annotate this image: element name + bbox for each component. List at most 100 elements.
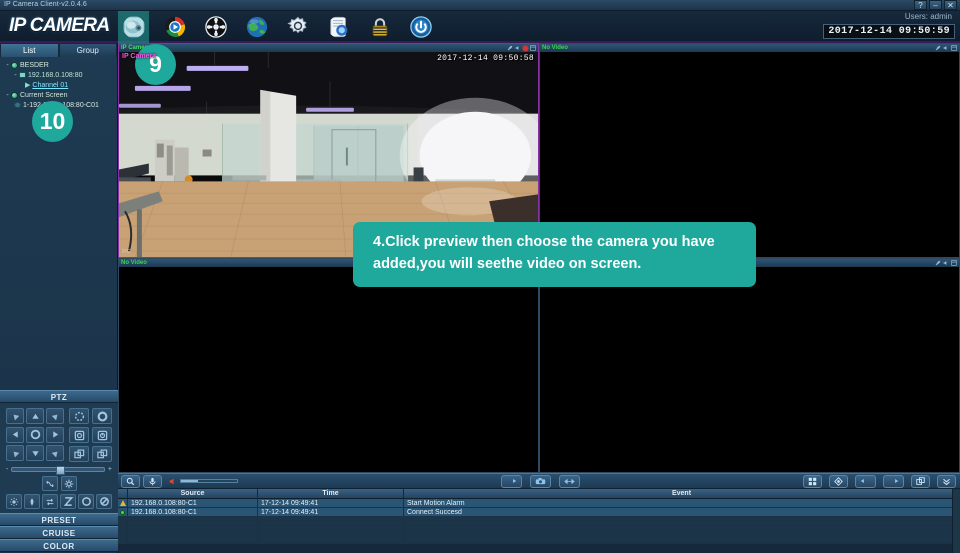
ptz-up-button[interactable] bbox=[26, 408, 44, 424]
ptz-scan-button[interactable] bbox=[60, 494, 76, 509]
column-time[interactable]: Time bbox=[258, 489, 404, 499]
ptz-body: - + bbox=[0, 403, 118, 513]
warning-icon bbox=[120, 500, 126, 506]
tree-item-label: 192.168.0.108:80 bbox=[28, 72, 83, 79]
layout-icon[interactable] bbox=[951, 45, 957, 51]
cell-4-video[interactable] bbox=[540, 267, 959, 472]
ptz-stop-button[interactable] bbox=[96, 494, 112, 509]
ptz-button[interactable] bbox=[829, 475, 848, 488]
column-source[interactable]: Source bbox=[128, 489, 258, 499]
toolbar-log-button[interactable] bbox=[323, 11, 354, 43]
event-log-header: Source Time Event bbox=[118, 489, 960, 499]
collapse-button[interactable] bbox=[937, 475, 956, 488]
ptz-settings-button[interactable] bbox=[61, 476, 77, 491]
ptz-left-button[interactable] bbox=[6, 427, 24, 443]
manual-record-button[interactable] bbox=[501, 475, 522, 488]
toolbar-preview-button[interactable] bbox=[118, 11, 149, 43]
ptz-iris-close-button[interactable] bbox=[69, 446, 89, 462]
layout-icon[interactable] bbox=[530, 45, 536, 51]
color-section-header[interactable]: COLOR bbox=[0, 539, 118, 552]
cell-title: No Video bbox=[121, 260, 147, 266]
event-log: Source Time Event 192.168.0.108:80-C1 17… bbox=[118, 489, 960, 553]
help-button[interactable]: ? bbox=[914, 0, 927, 10]
toolbar-power-button[interactable] bbox=[405, 11, 436, 43]
ptz-section-header[interactable]: PTZ bbox=[0, 390, 118, 403]
table-row[interactable]: 192.168.0.108:80-C1 17-12-14 09:49:41 St… bbox=[118, 499, 960, 508]
tree-item-device-ip[interactable]: - 192.168.0.108:80 bbox=[3, 70, 115, 80]
preset-section-header[interactable]: PRESET bbox=[0, 513, 118, 526]
tree-item-current-screen[interactable]: - Current Screen bbox=[3, 90, 115, 100]
grid-icon bbox=[808, 477, 817, 486]
ptz-zoom-in-button[interactable] bbox=[92, 408, 112, 424]
ptz-down-button[interactable] bbox=[26, 445, 44, 461]
wrench-icon[interactable] bbox=[935, 260, 941, 266]
toolbar-playback-button[interactable] bbox=[159, 11, 190, 43]
search-button[interactable] bbox=[121, 475, 140, 488]
step-badge-10: 10 bbox=[32, 101, 73, 142]
video-cell-4[interactable]: No Video bbox=[539, 258, 960, 473]
ptz-up-left-button[interactable] bbox=[6, 408, 24, 424]
grid-layout-button[interactable] bbox=[803, 475, 822, 488]
tree-item-channel-01[interactable]: ▶ Channel 01 bbox=[3, 80, 115, 90]
slider-handle[interactable] bbox=[56, 466, 65, 475]
minimize-button[interactable]: – bbox=[929, 0, 942, 10]
expander-icon[interactable]: - bbox=[12, 72, 19, 79]
ptz-right-button[interactable] bbox=[46, 427, 64, 443]
toolbar-settings-button[interactable] bbox=[282, 11, 313, 43]
cell-title: No Video bbox=[542, 45, 568, 51]
wrench-icon[interactable] bbox=[935, 45, 941, 51]
fullscreen-button[interactable] bbox=[559, 475, 580, 488]
tab-group[interactable]: Group bbox=[59, 43, 118, 57]
multiscreen-button[interactable] bbox=[911, 475, 930, 488]
toolbar-lock-button[interactable] bbox=[364, 11, 395, 43]
camera-icon bbox=[535, 477, 546, 485]
event-log-scrollbar[interactable] bbox=[952, 489, 960, 553]
prev-page-button[interactable] bbox=[855, 475, 876, 488]
ptz-auto-center-button[interactable] bbox=[26, 427, 44, 443]
wrench-icon[interactable] bbox=[507, 45, 513, 51]
ptz-cycle-button[interactable] bbox=[78, 494, 94, 509]
sidebar-tabs: List Group bbox=[0, 43, 117, 57]
column-status[interactable] bbox=[118, 489, 128, 499]
close-button[interactable]: ✕ bbox=[944, 0, 957, 10]
tab-list[interactable]: List bbox=[0, 43, 59, 57]
table-row[interactable]: 192.168.0.108:80-C1 17-12-14 09:49:41 Co… bbox=[118, 508, 960, 517]
ptz-light-button[interactable] bbox=[6, 494, 22, 509]
toolbar-ptz-button[interactable] bbox=[200, 11, 231, 43]
snapshot-button[interactable] bbox=[530, 475, 551, 488]
main-toolbar bbox=[118, 11, 436, 43]
speaker-icon[interactable] bbox=[943, 260, 949, 266]
speaker-icon[interactable] bbox=[943, 45, 949, 51]
ptz-down-right-button[interactable] bbox=[46, 445, 64, 461]
ptz-down-left-button[interactable] bbox=[6, 445, 24, 461]
ptz-focus-far-button[interactable] bbox=[92, 427, 112, 443]
ptz-auto-pan-button[interactable] bbox=[42, 476, 58, 491]
ptz-focus-near-button[interactable] bbox=[69, 427, 89, 443]
video-cell-3[interactable]: No Video bbox=[118, 258, 539, 473]
volume-slider[interactable] bbox=[180, 479, 238, 483]
ptz-iris-open-button[interactable] bbox=[92, 446, 112, 462]
speed-min-label: - bbox=[6, 466, 8, 473]
playback-icon bbox=[164, 16, 186, 38]
row-event: Connect Succesd bbox=[404, 508, 960, 517]
cell-2-header: No Video bbox=[540, 44, 959, 52]
cell-3-video[interactable] bbox=[119, 267, 538, 472]
layout-icon[interactable] bbox=[951, 260, 957, 266]
ptz-zoom-out-button[interactable] bbox=[69, 408, 89, 424]
expander-icon[interactable]: - bbox=[4, 62, 11, 69]
column-event[interactable]: Event bbox=[404, 489, 960, 499]
volume-control[interactable] bbox=[169, 477, 238, 486]
next-page-button[interactable] bbox=[883, 475, 904, 488]
toolbar-device-manage-button[interactable] bbox=[241, 11, 272, 43]
ptz-speed-slider[interactable] bbox=[11, 467, 105, 472]
volume-level bbox=[181, 480, 198, 482]
record-dot-icon bbox=[523, 46, 528, 51]
talk-button[interactable] bbox=[143, 475, 162, 488]
expander-icon[interactable]: - bbox=[4, 92, 11, 99]
ptz-flip-button[interactable] bbox=[42, 494, 58, 509]
cruise-section-header[interactable]: CRUISE bbox=[0, 526, 118, 539]
speaker-icon[interactable] bbox=[515, 45, 521, 51]
ptz-up-right-button[interactable] bbox=[46, 408, 64, 424]
ptz-wiper-button[interactable] bbox=[24, 494, 40, 509]
tree-item-besder[interactable]: - BESDER bbox=[3, 60, 115, 70]
